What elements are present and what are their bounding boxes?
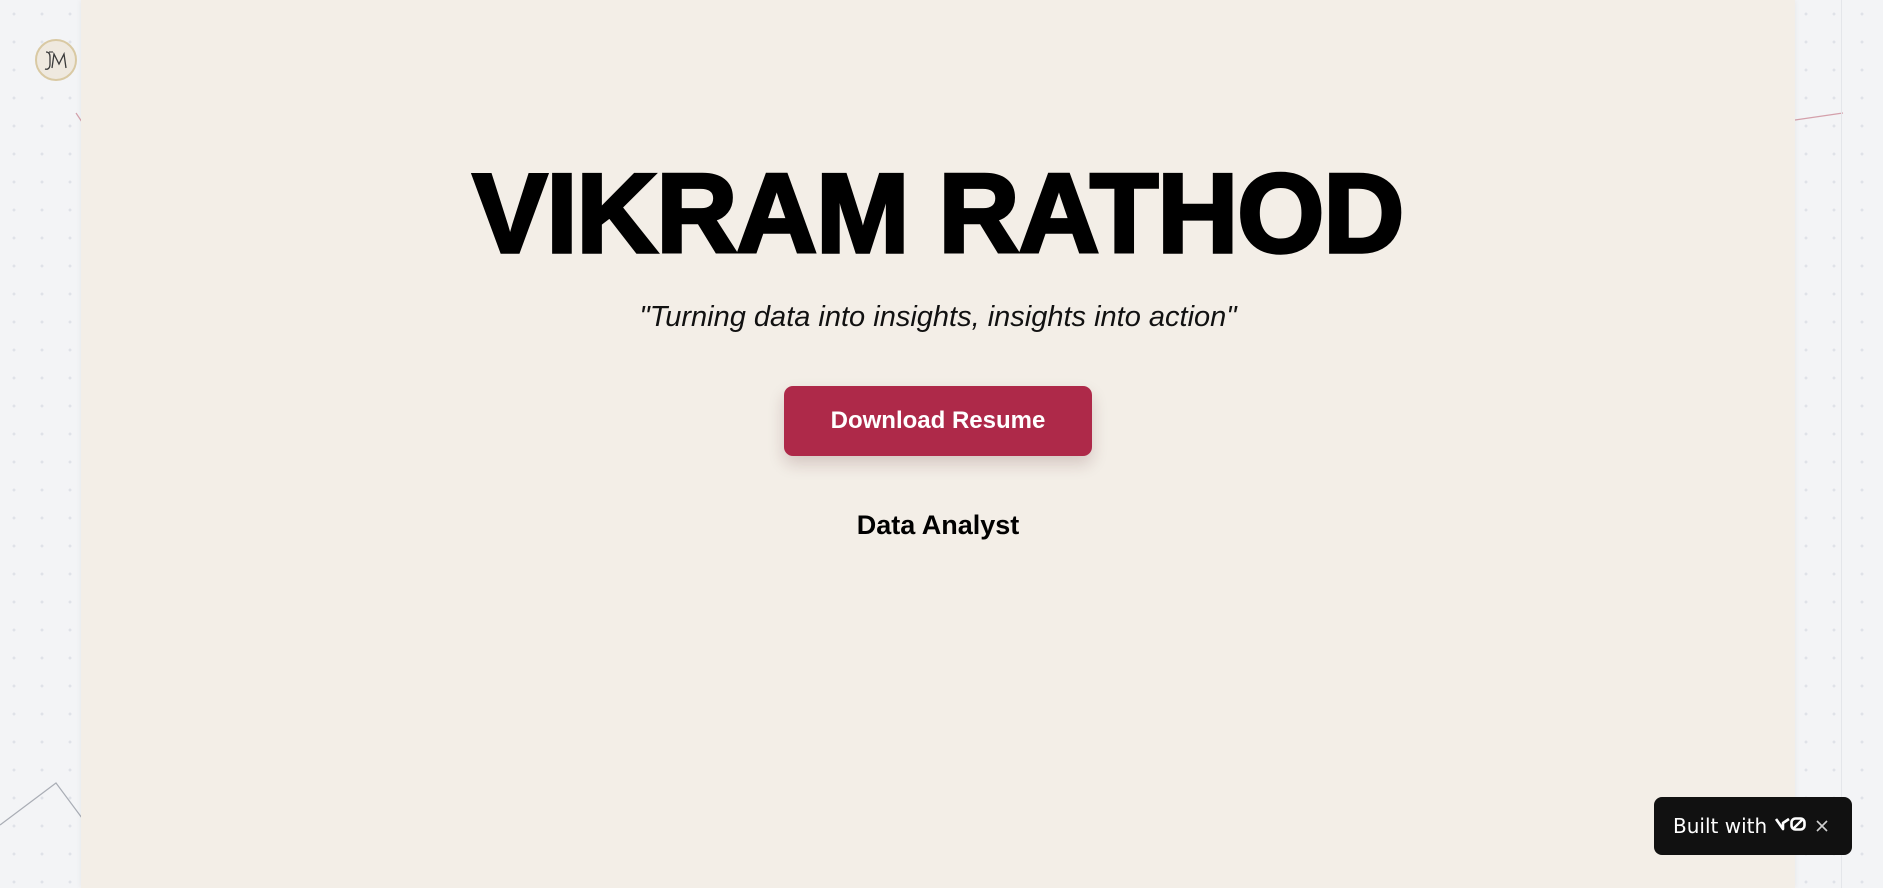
built-with-v0-badge[interactable]: Built with xyxy=(1654,797,1852,855)
jm-logo[interactable] xyxy=(35,39,77,81)
v0-logo-icon xyxy=(1775,816,1807,837)
hero-tagline: "Turning data into insights, insights in… xyxy=(639,301,1237,333)
built-with-label: Built with xyxy=(1673,814,1768,838)
divider xyxy=(1841,0,1842,888)
jm-monogram-icon xyxy=(44,51,67,70)
hero-name: VIKRAM RATHOD xyxy=(471,149,1406,278)
download-resume-button[interactable]: Download Resume xyxy=(784,386,1092,456)
close-icon[interactable] xyxy=(1810,814,1834,838)
hero-role: Data Analyst xyxy=(856,510,1020,540)
